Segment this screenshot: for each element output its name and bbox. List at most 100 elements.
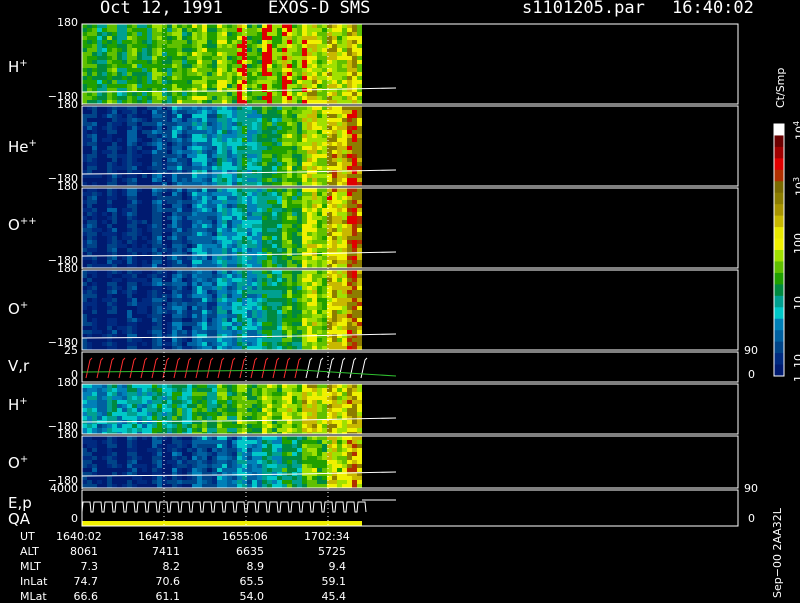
energy-staircase [82, 502, 366, 512]
orbit-row-label: MLT [20, 560, 41, 573]
velocity-trace-14 [240, 358, 246, 378]
orbit-cell: 74.7 [56, 575, 98, 588]
panel-label-text: O [8, 300, 20, 318]
velocity-trace-19 [295, 358, 301, 378]
orbit-row-label: ALT [20, 545, 39, 558]
colorbar-tick-base: 10 [794, 126, 800, 140]
colorbar-segment-20 [774, 342, 784, 354]
colorbar-segment-13 [774, 261, 784, 273]
colorbar-tick-base: 10 [792, 354, 800, 368]
panel-label-text: He [8, 138, 29, 156]
orbit-cell: 5725 [304, 545, 346, 558]
velocity-trace-25 [361, 358, 367, 378]
colorbar-tick-3: 100 [792, 233, 800, 254]
velocity-trace-20 [306, 358, 312, 378]
panel-label-1: H+ [8, 58, 28, 76]
panel-label-7: O+ [8, 454, 28, 472]
panel-label-text: V,r [8, 357, 29, 375]
colorbar-segment-9 [774, 216, 784, 228]
colorbar-segment-11 [774, 239, 784, 251]
heatmap-panel-6 [82, 384, 362, 434]
velocity-trace-12 [218, 358, 224, 378]
panel-label-5: V,r [8, 357, 29, 375]
footer-stamp: Sep−00 2AA32L [771, 508, 784, 598]
colorbar-segment-21 [774, 353, 784, 365]
orbit-cell: 66.6 [56, 590, 98, 603]
qa-bar [82, 521, 362, 526]
colorbar-segment-15 [774, 284, 784, 296]
spectrogram-plot [0, 0, 800, 600]
colorbar-segment-1 [774, 124, 784, 136]
panel-label-2: He+ [8, 138, 37, 156]
right-tick-bottom-5: 0 [748, 368, 755, 381]
colorbar-tick-1: 104 [792, 121, 800, 140]
colorbar-tick-base: 100 [792, 233, 800, 254]
orbit-cell: 1702:34 [304, 530, 346, 543]
velocity-trace-16 [262, 358, 268, 378]
colorbar-segment-12 [774, 250, 784, 262]
panel-label-text: O [8, 216, 20, 234]
colorbar-segment-17 [774, 307, 784, 319]
orbit-cell: 8.2 [138, 560, 180, 573]
velocity-trace-6 [152, 358, 158, 378]
velocity-trace-10 [196, 358, 202, 378]
colorbar-segment-8 [774, 204, 784, 216]
colorbar-segment-6 [774, 181, 784, 193]
velocity-trace-0 [86, 358, 92, 378]
orbit-cell: 1655:06 [222, 530, 264, 543]
velocity-trace-2 [108, 358, 114, 378]
orbit-cell: 61.1 [138, 590, 180, 603]
panel-label-4: O+ [8, 300, 28, 318]
panel-label-superscript: + [29, 138, 37, 149]
y-tick-top-3: 180 [57, 180, 78, 193]
colorbar-tick-base: 10 [792, 296, 800, 310]
y-tick-top-8: 4000 [50, 482, 78, 495]
panel-label-text: O [8, 454, 20, 472]
y-tick-top-6: 180 [57, 376, 78, 389]
colorbar-segment-10 [774, 227, 784, 239]
colorbar-tick-5: 10 [792, 354, 800, 368]
colorbar-segment-19 [774, 330, 784, 342]
velocity-trace-24 [350, 358, 356, 378]
orbit-cell: 45.4 [304, 590, 346, 603]
y-tick-top-5: 25 [64, 344, 78, 357]
panel-label-secondary: QA [8, 510, 30, 528]
velocity-trace-17 [273, 358, 279, 378]
panel-label-superscript: + [20, 300, 28, 311]
orbit-cell: 70.6 [138, 575, 180, 588]
velocity-trace-18 [284, 358, 290, 378]
velocity-trace-4 [130, 358, 136, 378]
orbit-row-label: InLat [20, 575, 47, 588]
colorbar-segment-16 [774, 296, 784, 308]
colorbar-tick-exponent: 4 [792, 121, 800, 126]
orbit-cell: 9.4 [304, 560, 346, 573]
panel-label-6: H+ [8, 396, 28, 414]
y-tick-top-1: 180 [57, 16, 78, 29]
colorbar-segment-22 [774, 365, 784, 377]
colorbar-unit: Ct/Smp [774, 68, 787, 108]
y-tick-top-4: 180 [57, 262, 78, 275]
colorbar-segment-3 [774, 147, 784, 159]
velocity-trace-22 [328, 358, 334, 378]
velocity-trace-9 [185, 358, 191, 378]
velocity-trace-23 [339, 358, 345, 378]
right-tick-bottom-8: 0 [748, 512, 755, 525]
orbit-cell: 6635 [222, 545, 264, 558]
y-tick-bottom-8: 0 [71, 512, 78, 525]
panel-label-superscript: ++ [20, 216, 37, 227]
orbit-cell: 1647:38 [138, 530, 180, 543]
velocity-trace-13 [229, 358, 235, 378]
panel-label-superscript: + [19, 396, 27, 407]
colorbar-segment-2 [774, 135, 784, 147]
panel-frame-5 [82, 352, 738, 382]
colorbar-tick-exponent: 3 [792, 177, 800, 182]
y-tick-top-2: 180 [57, 98, 78, 111]
colorbar-tick-base: 10 [794, 182, 800, 196]
colorbar-tick-4: 10 [792, 296, 800, 310]
panel-frame-8 [82, 490, 738, 526]
colorbar-segment-4 [774, 158, 784, 170]
right-tick-top-8: 90 [744, 482, 758, 495]
heatmap-panel-7 [82, 436, 362, 488]
colorbar-segment-18 [774, 319, 784, 331]
velocity-trace-5 [141, 358, 147, 378]
